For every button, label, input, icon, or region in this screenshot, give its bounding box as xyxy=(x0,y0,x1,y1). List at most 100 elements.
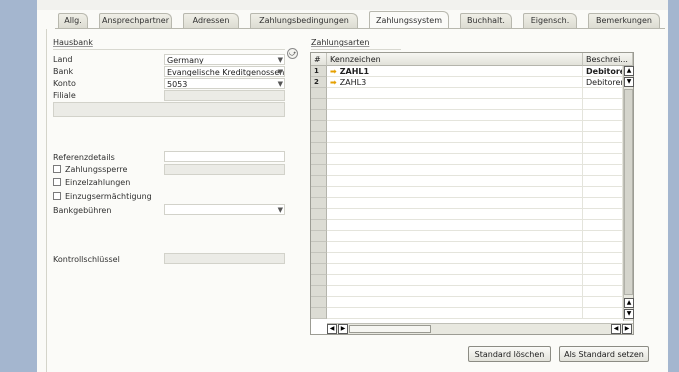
empty-cell[interactable] xyxy=(583,143,623,154)
empty-cell[interactable] xyxy=(327,187,583,198)
empty-cell[interactable] xyxy=(327,286,583,297)
empty-row-header[interactable] xyxy=(311,297,327,308)
als-standard-setzen-button[interactable]: Als Standard setzen xyxy=(559,346,649,362)
tab-zahlungssystem[interactable]: Zahlungssystem xyxy=(369,11,449,29)
table-row[interactable]: ➡ ZAHL3 xyxy=(327,77,583,88)
empty-cell[interactable] xyxy=(327,231,583,242)
konto-dropdown[interactable]: 5053 ▼ xyxy=(164,78,285,89)
empty-cell[interactable] xyxy=(327,198,583,209)
link-arrow-icon[interactable]: ➡ xyxy=(330,67,337,76)
empty-cell[interactable] xyxy=(327,275,583,286)
empty-cell[interactable] xyxy=(583,275,623,286)
empty-cell[interactable] xyxy=(583,231,623,242)
empty-cell[interactable] xyxy=(327,264,583,275)
empty-row-header[interactable] xyxy=(311,187,327,198)
empty-row-header[interactable] xyxy=(311,275,327,286)
empty-cell[interactable] xyxy=(327,209,583,220)
empty-cell[interactable] xyxy=(327,143,583,154)
empty-row-header[interactable] xyxy=(311,220,327,231)
empty-cell[interactable] xyxy=(583,308,623,319)
standard-loeschen-button[interactable]: Standard löschen xyxy=(468,346,551,362)
bank-dropdown[interactable]: Evangelische Kreditgenossens ▼ xyxy=(164,66,285,77)
empty-row-header[interactable] xyxy=(311,209,327,220)
empty-row-header[interactable] xyxy=(311,88,327,99)
scroll-left-icon[interactable]: ◀ xyxy=(327,324,337,334)
empty-row-header[interactable] xyxy=(311,154,327,165)
empty-cell[interactable] xyxy=(583,286,623,297)
scroll-left-icon[interactable]: ◀ xyxy=(611,324,621,334)
empty-cell[interactable] xyxy=(327,308,583,319)
empty-cell[interactable] xyxy=(583,88,623,99)
empty-cell[interactable] xyxy=(327,88,583,99)
empty-row-header[interactable] xyxy=(311,308,327,319)
row-number[interactable]: 1 xyxy=(311,66,327,77)
einzelzahlungen-checkbox[interactable] xyxy=(53,178,61,186)
link-icon[interactable]: ⤻ xyxy=(287,48,298,59)
row-number[interactable]: 2 xyxy=(311,77,327,88)
filiale-field[interactable] xyxy=(164,90,285,101)
horizontal-scrollbar[interactable]: ◀ ▶ ◀ ▶ xyxy=(327,323,633,334)
tab-adressen[interactable]: Adressen xyxy=(183,13,239,28)
empty-cell[interactable] xyxy=(583,242,623,253)
scroll-right-icon[interactable]: ▶ xyxy=(622,324,632,334)
empty-cell[interactable] xyxy=(583,209,623,220)
horizontal-scroll-thumb[interactable] xyxy=(349,325,431,333)
empty-cell[interactable] xyxy=(583,264,623,275)
empty-row-header[interactable] xyxy=(311,110,327,121)
link-arrow-icon[interactable]: ➡ xyxy=(330,78,337,87)
empty-row-header[interactable] xyxy=(311,253,327,264)
scroll-up-icon[interactable]: ▲ xyxy=(624,298,634,308)
empty-row-header[interactable] xyxy=(311,242,327,253)
scroll-down-icon[interactable]: ▼ xyxy=(624,309,634,319)
table-row[interactable]: ➡ ZAHL1 xyxy=(327,66,583,77)
empty-cell[interactable] xyxy=(327,165,583,176)
bankgebuehren-dropdown[interactable]: ▼ xyxy=(164,204,285,215)
empty-cell[interactable] xyxy=(583,165,623,176)
empty-row-header[interactable] xyxy=(311,198,327,209)
empty-row-header[interactable] xyxy=(311,176,327,187)
empty-cell[interactable] xyxy=(327,176,583,187)
scroll-down-icon[interactable]: ▼ xyxy=(624,77,634,87)
empty-cell[interactable] xyxy=(583,121,623,132)
empty-cell[interactable] xyxy=(583,198,623,209)
empty-cell[interactable] xyxy=(583,132,623,143)
beschreibung-cell[interactable]: Debitoren ZV xyxy=(583,77,623,88)
empty-cell[interactable] xyxy=(583,297,623,308)
empty-cell[interactable] xyxy=(583,154,623,165)
tab-buchhalt[interactable]: Buchhalt. xyxy=(460,13,512,28)
empty-row-header[interactable] xyxy=(311,286,327,297)
vertical-scroll-track[interactable] xyxy=(624,89,633,295)
tab-eigensch[interactable]: Eigensch. xyxy=(523,13,577,28)
referenzdetails-field[interactable] xyxy=(164,151,285,162)
empty-cell[interactable] xyxy=(327,220,583,231)
land-dropdown[interactable]: Germany ▼ xyxy=(164,54,285,65)
column-header-beschreibung[interactable]: Beschrei... xyxy=(583,53,633,66)
empty-row-header[interactable] xyxy=(311,231,327,242)
empty-cell[interactable] xyxy=(327,242,583,253)
zahlungssperre-checkbox[interactable] xyxy=(53,165,61,173)
empty-row-header[interactable] xyxy=(311,165,327,176)
beschreibung-cell[interactable]: Debitoren ZV xyxy=(583,66,623,77)
tab-ansprechpartner[interactable]: Ansprechpartner xyxy=(99,13,172,28)
empty-cell[interactable] xyxy=(327,99,583,110)
empty-row-header[interactable] xyxy=(311,143,327,154)
empty-cell[interactable] xyxy=(583,253,623,264)
column-header-number[interactable]: # xyxy=(311,53,327,66)
empty-cell[interactable] xyxy=(327,297,583,308)
column-header-kennzeichen[interactable]: Kennzeichen xyxy=(327,53,583,66)
empty-cell[interactable] xyxy=(327,121,583,132)
empty-cell[interactable] xyxy=(327,110,583,121)
empty-cell[interactable] xyxy=(583,110,623,121)
tab-zahlungsbedingungen[interactable]: Zahlungsbedingungen xyxy=(250,13,358,28)
empty-cell[interactable] xyxy=(583,99,623,110)
empty-row-header[interactable] xyxy=(311,132,327,143)
vertical-scrollbar[interactable]: ▲ ▼ ▲ ▼ xyxy=(623,66,634,321)
tab-allg[interactable]: Allg. xyxy=(58,13,88,28)
empty-row-header[interactable] xyxy=(311,121,327,132)
empty-cell[interactable] xyxy=(327,132,583,143)
tab-bemerkungen[interactable]: Bemerkungen xyxy=(588,13,660,28)
empty-cell[interactable] xyxy=(327,253,583,264)
empty-cell[interactable] xyxy=(583,187,623,198)
empty-cell[interactable] xyxy=(583,220,623,231)
einzugsermaechtigung-checkbox[interactable] xyxy=(53,192,61,200)
